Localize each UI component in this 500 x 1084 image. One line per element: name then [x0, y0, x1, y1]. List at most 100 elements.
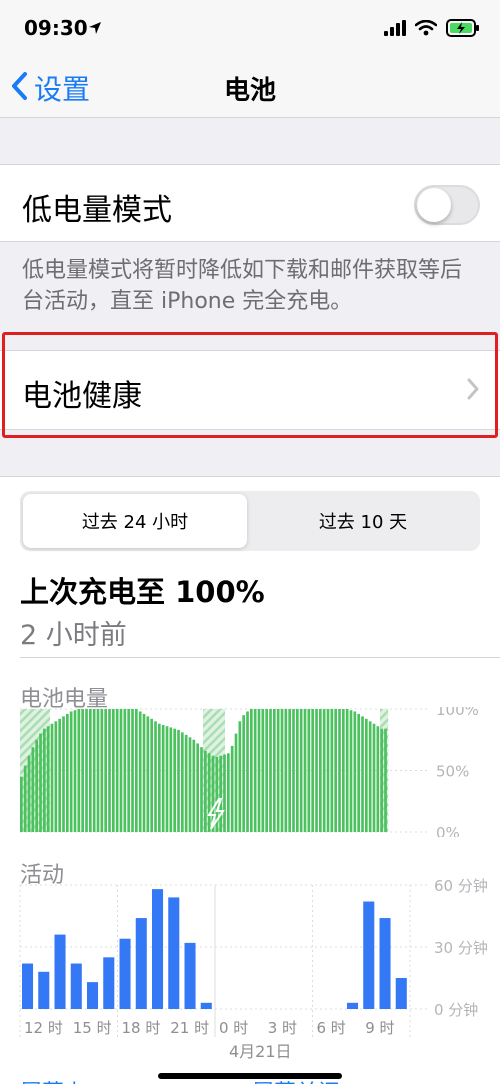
low-power-mode-row: 低电量模式	[0, 164, 500, 242]
battery-level-bar	[62, 716, 65, 832]
battery-level-bar	[338, 709, 341, 832]
battery-level-bar	[315, 709, 318, 832]
battery-level-bar	[150, 718, 154, 832]
battery-y-tick-label: 50%	[436, 763, 469, 781]
battery-level-bar	[127, 709, 131, 832]
battery-level-bar	[23, 765, 27, 832]
battery-health-row[interactable]: 电池健康	[0, 350, 500, 430]
tab-last-24-hours[interactable]: 过去 24 小时	[23, 494, 247, 548]
battery-level-bar	[299, 709, 303, 832]
battery-level-bar	[380, 728, 384, 832]
battery-level-bar	[146, 716, 150, 832]
battery-level-bar	[223, 754, 226, 832]
location-arrow-icon	[88, 20, 102, 39]
battery-level-bar	[50, 723, 54, 832]
signal-icon	[384, 20, 406, 40]
divider	[20, 657, 500, 658]
battery-level-bar	[330, 709, 334, 832]
battery-level-bar	[89, 709, 92, 832]
activity-bar	[184, 942, 196, 1009]
battery-level-bar	[173, 728, 177, 832]
activity-bar	[347, 1002, 359, 1009]
activity-bar	[152, 889, 164, 1009]
battery-level-bar	[357, 713, 361, 832]
battery-level-bar	[188, 737, 192, 832]
battery-level-bar	[246, 711, 249, 832]
battery-level-bar	[81, 709, 85, 832]
activity-x-tick-label: 3 时	[268, 1019, 297, 1037]
battery-level-bar	[158, 723, 161, 832]
toggle-knob	[417, 188, 451, 222]
battery-level-bar	[27, 755, 31, 832]
battery-level-bar	[31, 747, 35, 832]
activity-x-tick-label: 21 时	[170, 1019, 209, 1037]
battery-level-bar	[284, 709, 288, 832]
battery-health-label: 电池健康	[22, 379, 142, 414]
battery-level-bar	[119, 709, 123, 832]
activity-x-tick-label: 0 时	[219, 1019, 248, 1037]
activity-bar	[38, 971, 50, 1009]
battery-level-bar	[161, 724, 165, 832]
activity-bar	[87, 982, 99, 1009]
battery-level-bar	[334, 709, 338, 832]
low-power-mode-toggle[interactable]	[414, 185, 480, 225]
battery-level-bar	[104, 709, 108, 832]
activity-chart: 60 分钟 30 分钟 0 分钟 12 时 15 时 18 时 21 时 0 时 3 时 6 时…	[19, 877, 488, 1061]
battery-level-bar	[230, 745, 234, 832]
activity-bar	[168, 897, 180, 1009]
battery-level-bar	[112, 709, 115, 832]
battery-level-bar	[273, 709, 276, 832]
page-title: 电池	[223, 76, 276, 106]
battery-level-bar	[35, 739, 39, 832]
activity-y-tick-label: 60 分钟	[434, 877, 488, 895]
activity-bar	[54, 934, 66, 1009]
battery-level-bar	[326, 709, 330, 832]
battery-level-bar	[250, 709, 253, 832]
battery-level-bar	[207, 753, 211, 832]
activity-x-tick-label: 15 时	[73, 1019, 112, 1037]
battery-level-bar	[219, 755, 223, 832]
battery-level-bar	[115, 709, 119, 832]
activity-bar	[395, 978, 407, 1009]
battery-level-bar	[234, 733, 238, 832]
battery-level-bar	[307, 709, 311, 832]
battery-level-bar	[200, 747, 203, 832]
battery-level-bar	[123, 709, 127, 832]
battery-level-bar	[92, 709, 96, 832]
battery-level-bar	[177, 729, 180, 832]
battery-level-bar	[384, 728, 387, 832]
battery-level-bar	[342, 709, 345, 832]
status-right-group	[384, 18, 480, 42]
battery-level-bar	[227, 753, 230, 832]
battery-level-bar	[73, 710, 77, 832]
battery-level-bar	[100, 709, 104, 832]
battery-level-bar	[196, 743, 200, 832]
status-time: 09:30	[24, 16, 88, 40]
home-indicator	[158, 1073, 342, 1079]
battery-level-bar	[69, 711, 73, 832]
battery-level-bar	[58, 718, 62, 832]
battery-level-bar	[54, 721, 58, 832]
activity-bar	[135, 918, 147, 1009]
tab-last-10-days[interactable]: 过去 10 天	[249, 494, 477, 548]
wifi-icon	[414, 19, 438, 40]
battery-level-bar	[165, 726, 169, 832]
battery-level-bar	[77, 709, 81, 832]
activity-y-tick-label: 30 分钟	[434, 939, 488, 957]
battery-level-bar	[184, 734, 188, 832]
activity-bar	[103, 957, 115, 1009]
battery-level-bar	[46, 726, 50, 832]
screen-on-link-partial[interactable]: 屏幕上	[20, 1075, 86, 1084]
activity-y-tick-label: 0 分钟	[434, 1001, 478, 1019]
time-range-segmented-control: 过去 24 小时 过去 10 天	[20, 491, 480, 551]
battery-level-chart: 100% 50% 0%	[20, 707, 479, 837]
battery-level-bar	[66, 713, 69, 832]
battery-level-bar	[303, 709, 307, 832]
last-charge-title: 上次充电至 100%	[20, 575, 265, 609]
activity-bar	[70, 963, 82, 1009]
activity-x-tick-label: 9 时	[365, 1019, 394, 1037]
activity-bar	[363, 901, 375, 1009]
battery-level-bar	[238, 721, 242, 832]
battery-level-bar	[376, 726, 380, 832]
navigation-bar: 设置 电池	[0, 60, 500, 118]
